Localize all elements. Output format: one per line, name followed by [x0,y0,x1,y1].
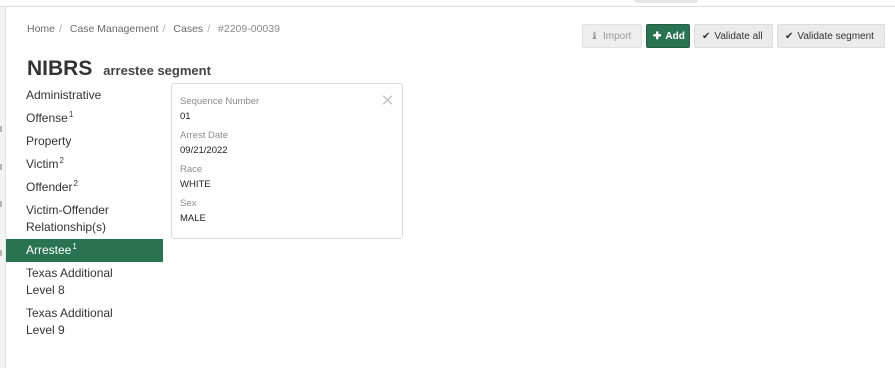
breadcrumb-separator: / [59,23,62,35]
nav-item-label: Offender [26,180,73,194]
field-race: Race WHITE [180,164,211,192]
validate-segment-label: Validate segment [797,30,874,42]
segment-nav: Administrative Offense1 Property Victim2… [6,84,163,342]
field-label: Arrest Date [180,130,229,141]
plus-icon: ✚ [653,30,662,42]
nav-item-victim-offender-relationships[interactable]: Victim-Offender Relationship(s) [6,199,163,239]
breadcrumb-current-case: #2209-00039 [218,23,280,35]
nav-item-label: Offense [26,111,68,125]
nav-item-property[interactable]: Property [6,130,163,153]
top-bar-handle [634,0,698,3]
rail-tick [0,126,2,132]
top-bar [0,0,895,7]
breadcrumb-home[interactable]: Home [27,23,55,35]
validate-all-button[interactable]: ✔ Validate all [694,24,773,48]
nav-item-texas-additional-level-8[interactable]: Texas Additional Level 8 [6,262,163,302]
nav-item-label-line2: Relationship(s) [26,220,107,234]
nav-item-count: 1 [72,242,77,251]
check-icon: ✔ [702,30,711,42]
nav-item-offense[interactable]: Offense1 [6,107,163,130]
arrestee-card[interactable]: Sequence Number 01 Arrest Date 09/21/202… [171,83,403,239]
breadcrumb-separator: / [207,23,211,35]
field-arrest-date: Arrest Date 09/21/2022 [180,130,228,158]
validate-segment-button[interactable]: ✔ Validate segment [777,24,885,48]
nav-item-count: 1 [68,110,74,119]
add-button-label: Add [665,30,685,42]
nav-item-victim[interactable]: Victim2 [6,153,163,176]
breadcrumb-separator: / [162,23,166,35]
import-button[interactable]: ♝ Import [582,24,642,48]
import-button-label: Import [602,30,632,42]
nav-item-label-line2: Level 8 [26,283,65,297]
validate-all-label: Validate all [714,30,763,42]
rail-tick [0,201,2,207]
nav-item-count: 2 [59,156,64,165]
field-label: Sex [180,198,197,209]
breadcrumb-case-management[interactable]: Case Management [70,23,159,35]
nav-item-label-line1: Texas Additional [26,306,113,320]
nav-item-label: Administrative [26,88,102,102]
field-sequence-number: Sequence Number 01 [180,96,259,124]
nav-item-count: 2 [73,179,78,188]
nav-item-label-line1: Texas Additional [26,266,113,280]
check-icon: ✔ [785,30,794,42]
breadcrumb-cases[interactable]: Cases [173,23,203,35]
nav-item-offender[interactable]: Offender2 [6,176,163,199]
field-value: 09/21/2022 [180,145,228,156]
nav-item-label: Arrestee [26,243,72,257]
page-title-main: NIBRS [27,57,93,80]
field-value: WHITE [180,179,211,190]
nav-item-label-line2: Level 9 [26,323,65,337]
field-label: Sequence Number [180,96,260,107]
field-label: Race [180,164,203,175]
page-title: NIBRS arrestee segment [27,46,211,83]
close-icon[interactable] [382,94,394,106]
toolbar: ♝ Import ✚ Add ✔ Validate all ✔ Validate… [582,24,885,48]
nav-item-texas-additional-level-9[interactable]: Texas Additional Level 9 [6,302,163,342]
nav-item-label: Property [26,134,72,148]
field-value: MALE [180,213,206,224]
rail-tick [0,164,2,170]
add-button[interactable]: ✚ Add [646,24,690,48]
rail-tick [0,250,2,256]
import-icon: ♝ [590,30,599,42]
breadcrumb: Home / Case Management / Cases / #2209-0003… [27,23,280,35]
field-sex: Sex MALE [180,198,206,226]
field-value: 01 [180,111,191,122]
nav-item-label: Victim [26,157,59,171]
nav-item-administrative[interactable]: Administrative [6,84,163,107]
nav-item-label-line1: Victim-Offender [26,203,109,217]
nav-item-arrestee[interactable]: Arrestee1 [6,239,163,262]
page-title-sub: arrestee segment [103,63,211,78]
